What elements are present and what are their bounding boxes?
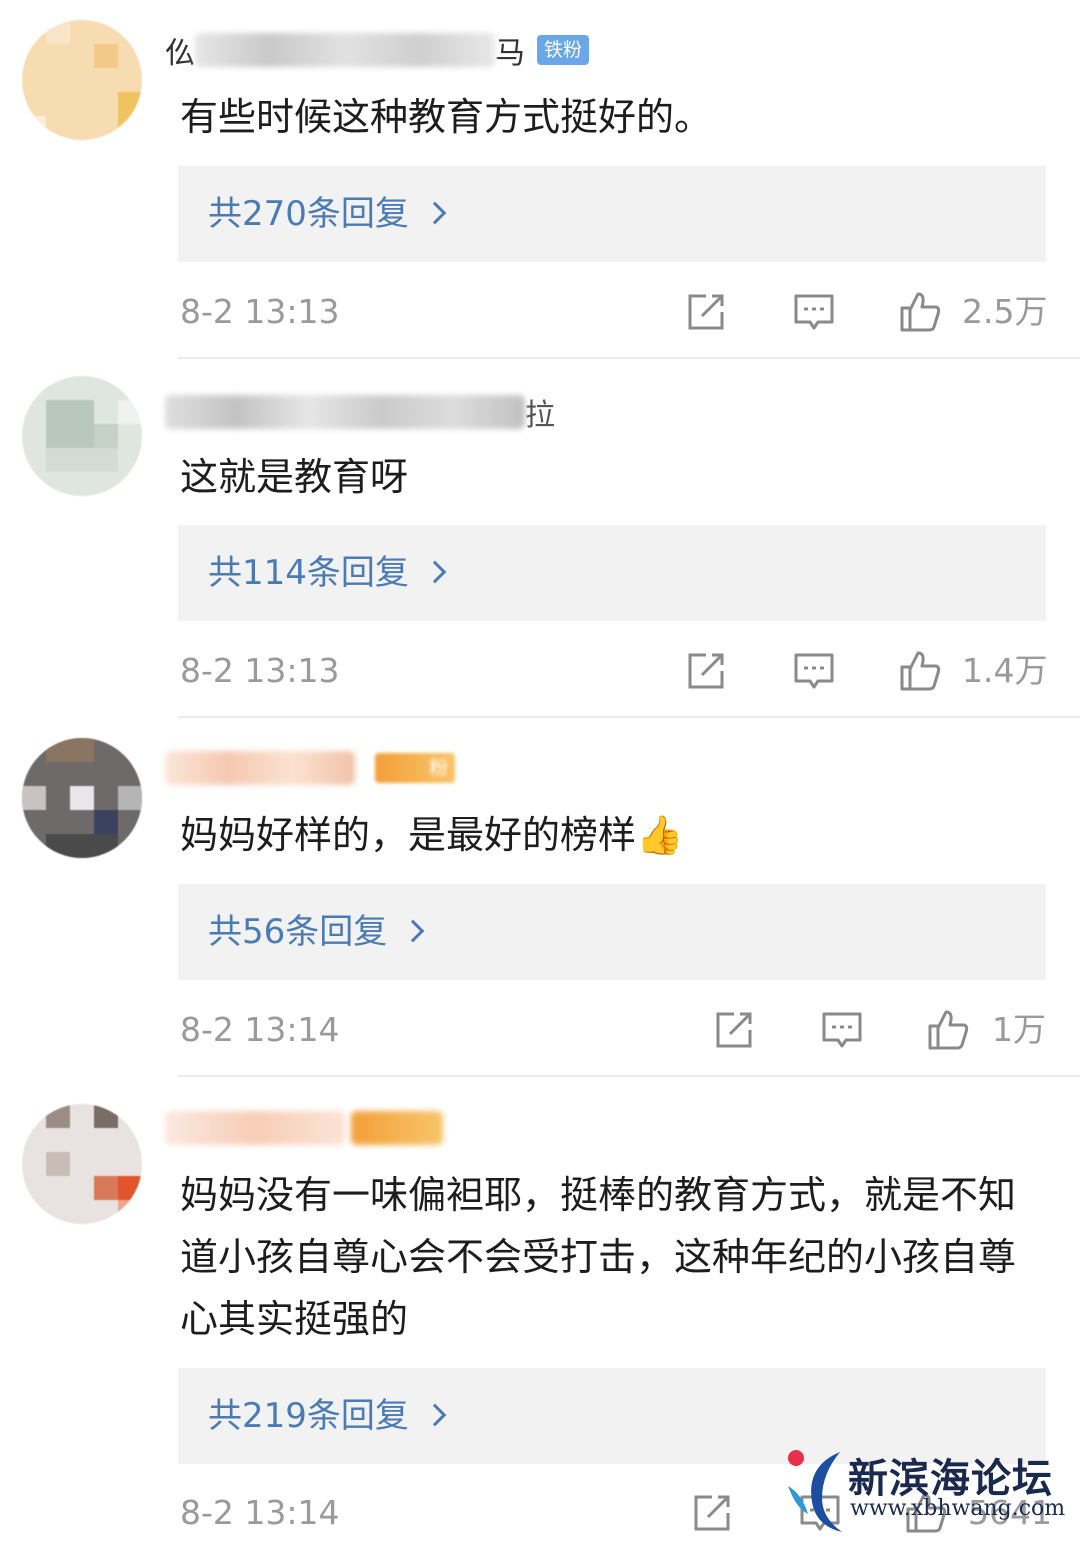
comment-text: 有些时候这种教育方式挺好的。	[180, 95, 713, 139]
view-replies-link[interactable]: 共270条回复	[208, 166, 447, 262]
username-suffix: 拉	[525, 398, 555, 433]
fan-badge: 粉	[375, 753, 455, 783]
reply-box[interactable]: 共114条回复	[178, 525, 1046, 621]
reply-box[interactable]: 共270条回复	[178, 166, 1046, 262]
share-icon[interactable]	[690, 1491, 734, 1535]
blurred-username	[165, 1111, 345, 1145]
chevron-right-icon	[401, 919, 425, 943]
blurred-badge	[351, 1111, 443, 1145]
blurred-username	[195, 33, 495, 67]
divider	[178, 716, 1080, 718]
like-icon[interactable]	[926, 1008, 970, 1052]
reply-count-label: 共114条回复	[208, 553, 409, 593]
fan-badge: 铁粉	[537, 35, 590, 65]
avatar[interactable]	[22, 20, 142, 140]
avatar[interactable]	[22, 1104, 142, 1224]
share-icon[interactable]	[684, 649, 728, 693]
reply-count-label: 共219条回复	[208, 1396, 409, 1436]
share-icon[interactable]	[712, 1008, 756, 1052]
timestamp: 8-2 13:13	[180, 651, 340, 690]
timestamp: 8-2 13:13	[180, 292, 340, 331]
comment-icon[interactable]	[820, 1008, 864, 1052]
username[interactable]: 拉	[165, 390, 555, 434]
comment-text: 妈妈没有一味偏袒耶，挺棒的教育方式，就是不知道小孩自尊心会不会受打击，这种年纪的…	[180, 1173, 1017, 1341]
share-icon[interactable]	[684, 290, 728, 334]
username-suffix: 马	[495, 36, 525, 71]
like-count: 2.5万	[962, 292, 1048, 331]
chevron-right-icon	[423, 1403, 447, 1427]
view-replies-link[interactable]: 共219条回复	[208, 1368, 447, 1464]
like-count: 1万	[992, 1010, 1046, 1049]
divider	[178, 1075, 1080, 1077]
view-replies-link[interactable]: 共114条回复	[208, 525, 447, 621]
comment-icon[interactable]	[792, 649, 836, 693]
reply-count-label: 共56条回复	[208, 912, 388, 952]
comment-text: 妈妈好样的，是最好的榜样👍	[180, 813, 684, 857]
comment-text: 这就是教育呀	[180, 455, 409, 499]
reply-count-label: 共270条回复	[208, 194, 409, 234]
chevron-right-icon	[423, 201, 447, 225]
username[interactable]	[165, 1106, 443, 1150]
comment-meta: 8-2 13:13 2.5万	[0, 282, 1080, 342]
like-icon[interactable]	[898, 290, 942, 334]
like-icon[interactable]	[898, 649, 942, 693]
username[interactable]: 仫 马 铁粉	[165, 28, 590, 72]
username[interactable]: 粉	[165, 746, 455, 790]
watermark-url: www.xbhwang.com	[850, 1496, 1066, 1521]
reply-box[interactable]: 共56条回复	[178, 884, 1046, 980]
site-watermark: 新滨海论坛 www.xbhwang.com	[782, 1440, 1072, 1536]
username-prefix: 仫	[165, 36, 195, 71]
timestamp: 8-2 13:14	[180, 1010, 340, 1049]
view-replies-link[interactable]: 共56条回复	[208, 884, 425, 980]
comment-meta: 8-2 13:13 1.4万	[0, 641, 1080, 701]
like-count: 1.4万	[962, 651, 1048, 690]
blurred-username	[165, 751, 355, 785]
site-logo-icon	[788, 1450, 842, 1532]
timestamp: 8-2 13:14	[180, 1493, 340, 1532]
blurred-username	[165, 395, 525, 429]
divider	[178, 357, 1080, 359]
comment-meta: 8-2 13:14 1万	[0, 1000, 1080, 1060]
comment-icon[interactable]	[792, 290, 836, 334]
avatar[interactable]	[22, 738, 142, 858]
avatar[interactable]	[22, 376, 142, 496]
chevron-right-icon	[423, 560, 447, 584]
